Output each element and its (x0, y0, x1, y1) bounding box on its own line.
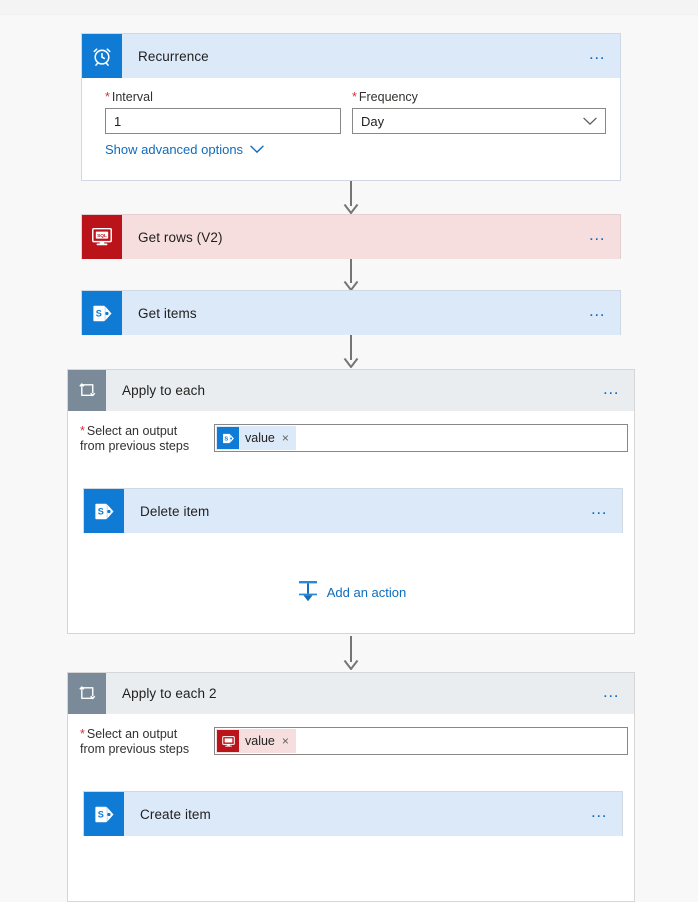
sharepoint-icon: S (84, 792, 124, 836)
svg-text:S: S (97, 809, 103, 819)
loop-menu-button[interactable]: … (590, 673, 634, 714)
loop-output-field-row: * Select an output from previous steps va… (80, 727, 628, 757)
loop-container-apply-to-each-2[interactable]: Apply to each 2 … * Select an output from… (67, 672, 635, 902)
token-chip-value[interactable]: S value × (216, 426, 296, 450)
required-asterisk: * (352, 90, 357, 104)
loop-output-label: * Select an output from previous steps (80, 424, 190, 453)
card-title: Get rows (V2) (138, 229, 223, 245)
loop-output-token-input[interactable]: value × (214, 727, 628, 755)
canvas-top-strip (0, 0, 698, 15)
card-title: Get items (138, 305, 197, 321)
card-menu-button[interactable]: … (576, 34, 620, 78)
token-remove-icon[interactable]: × (282, 431, 289, 445)
card-menu-button[interactable]: … (576, 291, 620, 335)
alarm-clock-icon (82, 34, 122, 78)
flow-designer-canvas: Recurrence … * Interval 1 * Frequency Day (0, 0, 698, 902)
card-header[interactable]: S Create item … (84, 792, 622, 836)
loop-title: Apply to each 2 (122, 686, 217, 701)
connector-arrow (341, 335, 361, 371)
loop-header[interactable]: Apply to each … (68, 370, 634, 411)
card-header[interactable]: S Get items … (82, 291, 620, 335)
step-card-get-items[interactable]: S Get items … (81, 290, 621, 335)
step-card-create-item[interactable]: S Create item … (83, 791, 623, 836)
loop-output-token-input[interactable]: S value × (214, 424, 628, 452)
interval-value: 1 (114, 113, 122, 129)
field-interval: * Interval 1 (105, 90, 345, 134)
token-label: value (245, 734, 275, 748)
connector-arrow (341, 181, 361, 217)
connector-arrow (341, 636, 361, 673)
loop-output-label: * Select an output from previous steps (80, 727, 190, 756)
sharepoint-icon: S (82, 291, 122, 335)
field-label-frequency: * Frequency (352, 90, 418, 104)
card-header[interactable]: SQL Get rows (V2) … (82, 215, 620, 259)
loop-menu-button[interactable]: … (590, 370, 634, 411)
loop-output-field-row: * Select an output from previous steps S … (80, 424, 628, 454)
chevron-down-icon (250, 142, 264, 157)
add-action-icon (298, 580, 318, 605)
loop-title: Apply to each (122, 383, 206, 398)
required-asterisk: * (105, 90, 110, 104)
loop-header[interactable]: Apply to each 2 … (68, 673, 634, 714)
required-asterisk: * (80, 424, 85, 438)
add-an-action-label: Add an action (326, 585, 407, 600)
field-frequency: * Frequency Day (352, 90, 612, 134)
svg-text:S: S (97, 506, 103, 516)
loop-icon (68, 370, 106, 411)
interval-input[interactable]: 1 (105, 108, 341, 134)
card-menu-button[interactable]: … (576, 215, 620, 259)
field-label-interval: * Interval (105, 90, 153, 104)
loop-container-apply-to-each[interactable]: Apply to each … * Select an output from p… (67, 369, 635, 634)
card-title: Recurrence (138, 48, 209, 64)
show-advanced-options-link[interactable]: Show advanced options (105, 142, 264, 157)
step-card-get-rows-v2[interactable]: SQL Get rows (V2) … (81, 214, 621, 259)
sql-server-icon (217, 730, 239, 752)
token-chip-value[interactable]: value × (216, 729, 296, 753)
token-remove-icon[interactable]: × (282, 734, 289, 748)
loop-icon (68, 673, 106, 714)
svg-text:SQL: SQL (97, 233, 107, 239)
sql-server-icon: SQL (82, 215, 122, 259)
token-label: value (245, 431, 275, 445)
step-card-recurrence[interactable]: Recurrence … * Interval 1 * Frequency Day (81, 33, 621, 181)
card-header[interactable]: S Delete item … (84, 489, 622, 533)
card-title: Create item (140, 806, 211, 822)
step-card-delete-item[interactable]: S Delete item … (83, 488, 623, 533)
show-advanced-options-label: Show advanced options (105, 142, 244, 157)
sharepoint-icon: S (217, 427, 239, 449)
required-asterisk: * (80, 727, 85, 741)
frequency-value: Day (361, 113, 385, 129)
svg-text:S: S (95, 308, 101, 318)
chevron-down-icon (583, 114, 597, 129)
sharepoint-icon: S (84, 489, 124, 533)
card-header[interactable]: Recurrence … (82, 34, 620, 78)
add-an-action-button[interactable]: Add an action (298, 580, 407, 605)
card-menu-button[interactable]: … (578, 792, 622, 836)
frequency-select[interactable]: Day (352, 108, 606, 134)
card-menu-button[interactable]: … (578, 489, 622, 533)
connector-arrow (341, 259, 361, 294)
card-title: Delete item (140, 503, 210, 519)
svg-text:S: S (224, 436, 228, 442)
add-action-row: Add an action (68, 580, 636, 605)
